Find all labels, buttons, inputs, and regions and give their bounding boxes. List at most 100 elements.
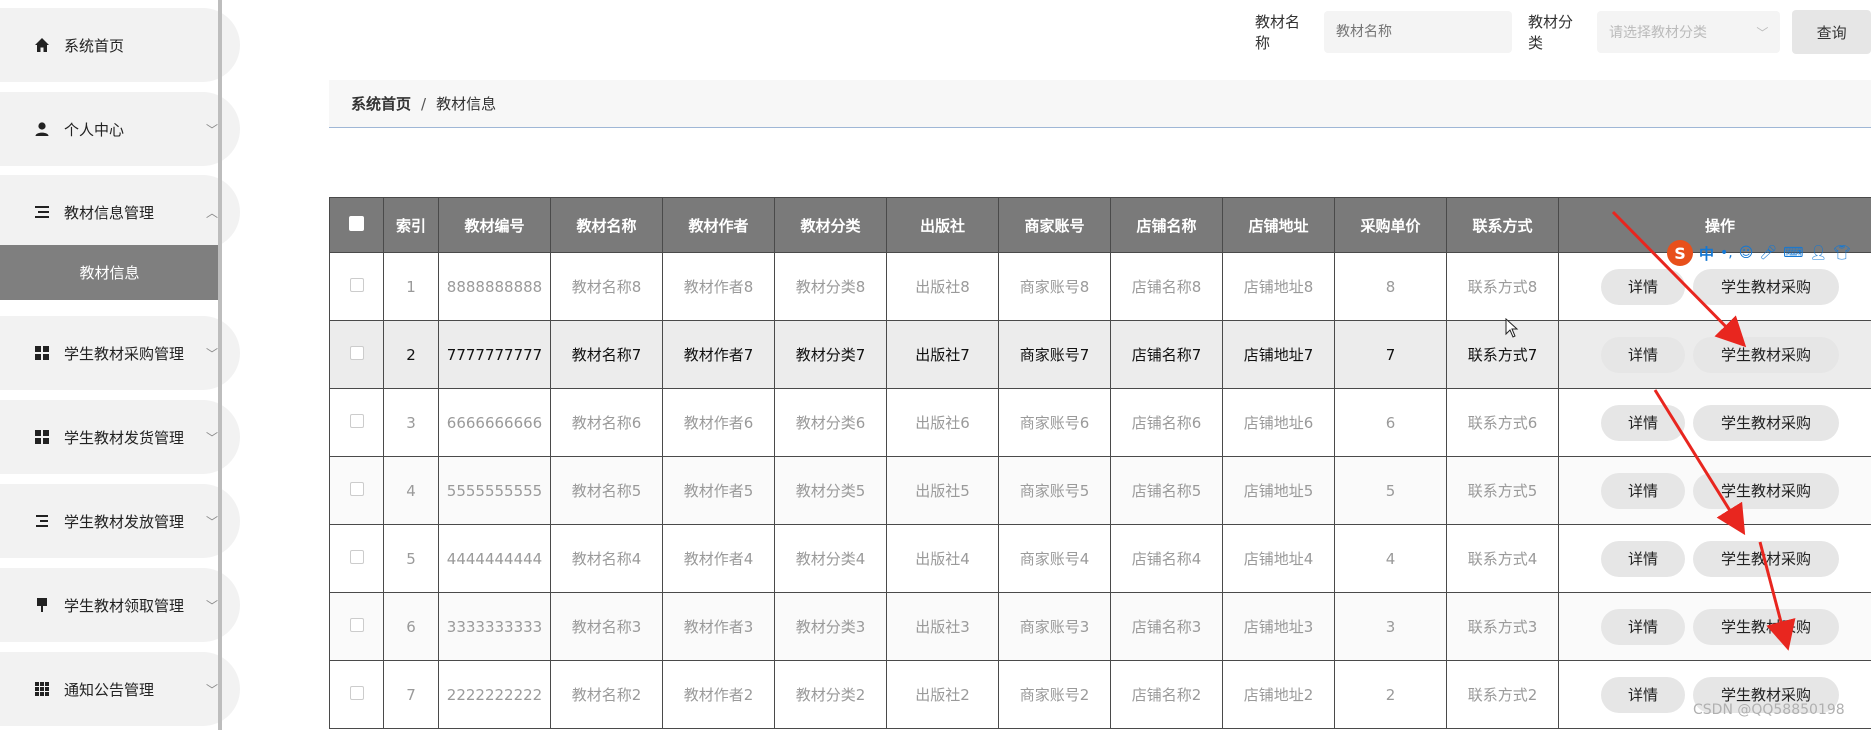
skin-icon[interactable]: 👕︎	[1833, 245, 1851, 261]
mouse-cursor-icon	[1505, 318, 1519, 338]
table-cell: 7777777777	[438, 320, 551, 389]
table-header-row: 索引 教材编号 教材名称 教材作者 教材分类 出版社 商家账号 店铺名称 店铺地…	[329, 197, 1871, 253]
table-cell: 店铺地址2	[1222, 660, 1335, 729]
detail-button[interactable]: 详情	[1601, 676, 1685, 713]
user-settings-icon[interactable]: 👤︎	[1809, 245, 1827, 261]
sidebar-item-label: 教材信息管理	[64, 203, 155, 222]
sidebar-subitem-textbook-info[interactable]: 教材信息	[0, 245, 219, 300]
row-checkbox[interactable]	[349, 277, 364, 292]
ime-mode[interactable]: 中	[1699, 243, 1714, 264]
select-all-checkbox[interactable]	[349, 215, 364, 231]
table-cell: 5	[1334, 456, 1447, 525]
textbook-name-input[interactable]	[1324, 11, 1513, 53]
chevron-down-icon: ﹀	[206, 122, 219, 137]
row-checkbox[interactable]	[349, 549, 364, 564]
actions-cell: 详情 学生教材采购	[1558, 592, 1871, 661]
breadcrumb-home[interactable]: 系统首页	[351, 93, 411, 114]
table-cell: 教材名称4	[550, 524, 663, 593]
table-cell: 联系方式2	[1446, 660, 1559, 729]
table-cell: 3	[383, 388, 439, 457]
detail-button[interactable]: 详情	[1601, 404, 1685, 441]
chevron-down-icon: ﹀	[206, 514, 219, 529]
table-cell: 教材作者8	[662, 252, 775, 321]
table-cell: 商家账号5	[998, 456, 1111, 525]
table-cell: 商家账号6	[998, 388, 1111, 457]
sidebar-item-label: 系统首页	[64, 36, 125, 55]
ime-punctuation[interactable]: •,	[1720, 245, 1733, 261]
row-checkbox[interactable]	[349, 345, 364, 360]
table-cell: 教材作者3	[662, 592, 775, 661]
sidebar-item-notice[interactable]: 通知公告管理 ﹀	[0, 652, 240, 726]
table-cell: 2222222222	[438, 660, 551, 729]
detail-button[interactable]: 详情	[1601, 608, 1685, 645]
sidebar-item-textbook-info[interactable]: 教材信息管理 ︿	[0, 175, 240, 249]
detail-button[interactable]: 详情	[1601, 540, 1685, 577]
ime-toolbar[interactable]: S 中 •, ☺ 🎤︎ ⌨ 👤︎ 👕︎	[1667, 238, 1871, 268]
table-cell: 店铺名称5	[1110, 456, 1223, 525]
student-purchase-button[interactable]: 学生教材采购	[1693, 540, 1839, 577]
row-checkbox[interactable]	[349, 413, 364, 428]
chevron-down-icon: ﹀	[206, 430, 219, 445]
table-cell: 教材作者7	[662, 320, 775, 389]
pin-icon	[34, 597, 50, 613]
table-cell: 教材分类6	[774, 388, 887, 457]
sogou-logo-icon[interactable]: S	[1667, 240, 1693, 266]
table-row: 3 6666666666 教材名称6 教材作者6 教材分类6 出版社6 商家账号6 店铺名称6…	[329, 388, 1871, 457]
table-cell: 商家账号2	[998, 660, 1111, 729]
table-cell: 出版社7	[886, 320, 999, 389]
table-cell: 店铺地址5	[1222, 456, 1335, 525]
detail-button[interactable]: 详情	[1601, 336, 1685, 373]
sidebar-item-shipping[interactable]: 学生教材发货管理 ﹀	[0, 400, 240, 474]
sidebar-item-distribution[interactable]: 学生教材发放管理 ﹀	[0, 484, 240, 558]
detail-button[interactable]: 详情	[1601, 472, 1685, 509]
table-row: 4 5555555555 教材名称5 教材作者5 教材分类5 出版社5 商家账号5 店铺名称5…	[329, 456, 1871, 525]
table-cell: 店铺名称2	[1110, 660, 1223, 729]
table-cell: 联系方式6	[1446, 388, 1559, 457]
sidebar-item-label: 学生教材采购管理	[64, 344, 185, 363]
table-cell: 教材名称3	[550, 592, 663, 661]
table-cell: 教材名称6	[550, 388, 663, 457]
emoji-icon[interactable]: ☺	[1739, 245, 1754, 261]
query-button[interactable]: 查询	[1792, 10, 1871, 54]
table-row: 7 2222222222 教材名称2 教材作者2 教材分类2 出版社2 商家账号2 店铺名称2…	[329, 660, 1871, 729]
student-purchase-button[interactable]: 学生教材采购	[1693, 336, 1839, 373]
table-cell: 8888888888	[438, 252, 551, 321]
textbook-category-select[interactable]: 请选择教材分类 ﹀	[1597, 11, 1781, 53]
detail-button[interactable]: 详情	[1601, 268, 1685, 305]
row-checkbox[interactable]	[349, 617, 364, 632]
table-cell: 教材分类7	[774, 320, 887, 389]
table-cell: 出版社8	[886, 252, 999, 321]
column-header: 教材名称	[550, 197, 663, 253]
sidebar-item-label: 学生教材发货管理	[64, 428, 185, 447]
table-cell: 出版社2	[886, 660, 999, 729]
row-select-cell	[329, 252, 384, 321]
student-purchase-button[interactable]: 学生教材采购	[1693, 608, 1839, 645]
student-purchase-button[interactable]: 学生教材采购	[1693, 472, 1839, 509]
breadcrumb-separator: /	[421, 94, 427, 113]
sidebar-item-receive[interactable]: 学生教材领取管理 ﹀	[0, 568, 240, 642]
sidebar-item-purchase[interactable]: 学生教材采购管理 ﹀	[0, 316, 240, 390]
row-select-cell	[329, 320, 384, 389]
table-cell: 8	[1334, 252, 1447, 321]
microphone-icon[interactable]: 🎤︎	[1759, 245, 1777, 261]
table-cell: 教材名称8	[550, 252, 663, 321]
table-cell: 2	[383, 320, 439, 389]
actions-cell: 详情 学生教材采购	[1558, 660, 1871, 729]
row-select-cell	[329, 456, 384, 525]
sidebar-item-profile[interactable]: 个人中心 ﹀	[0, 92, 240, 166]
row-checkbox[interactable]	[349, 685, 364, 700]
column-header: 商家账号	[998, 197, 1111, 253]
keyboard-icon[interactable]: ⌨	[1783, 245, 1803, 261]
student-purchase-button[interactable]: 学生教材采购	[1693, 404, 1839, 441]
sidebar-scrollbar[interactable]	[218, 0, 222, 730]
textbook-table: 索引 教材编号 教材名称 教材作者 教材分类 出版社 商家账号 店铺名称 店铺地…	[329, 197, 1871, 730]
table-cell: 店铺地址6	[1222, 388, 1335, 457]
table-cell: 2	[1334, 660, 1447, 729]
textbook-category-label: 教材分类	[1528, 13, 1574, 52]
table-cell: 3	[1334, 592, 1447, 661]
chevron-down-icon: ﹀	[1756, 25, 1769, 40]
row-checkbox[interactable]	[349, 481, 364, 496]
table-cell: 出版社6	[886, 388, 999, 457]
sidebar-item-home[interactable]: 系统首页	[0, 8, 240, 82]
student-purchase-button[interactable]: 学生教材采购	[1693, 268, 1839, 305]
